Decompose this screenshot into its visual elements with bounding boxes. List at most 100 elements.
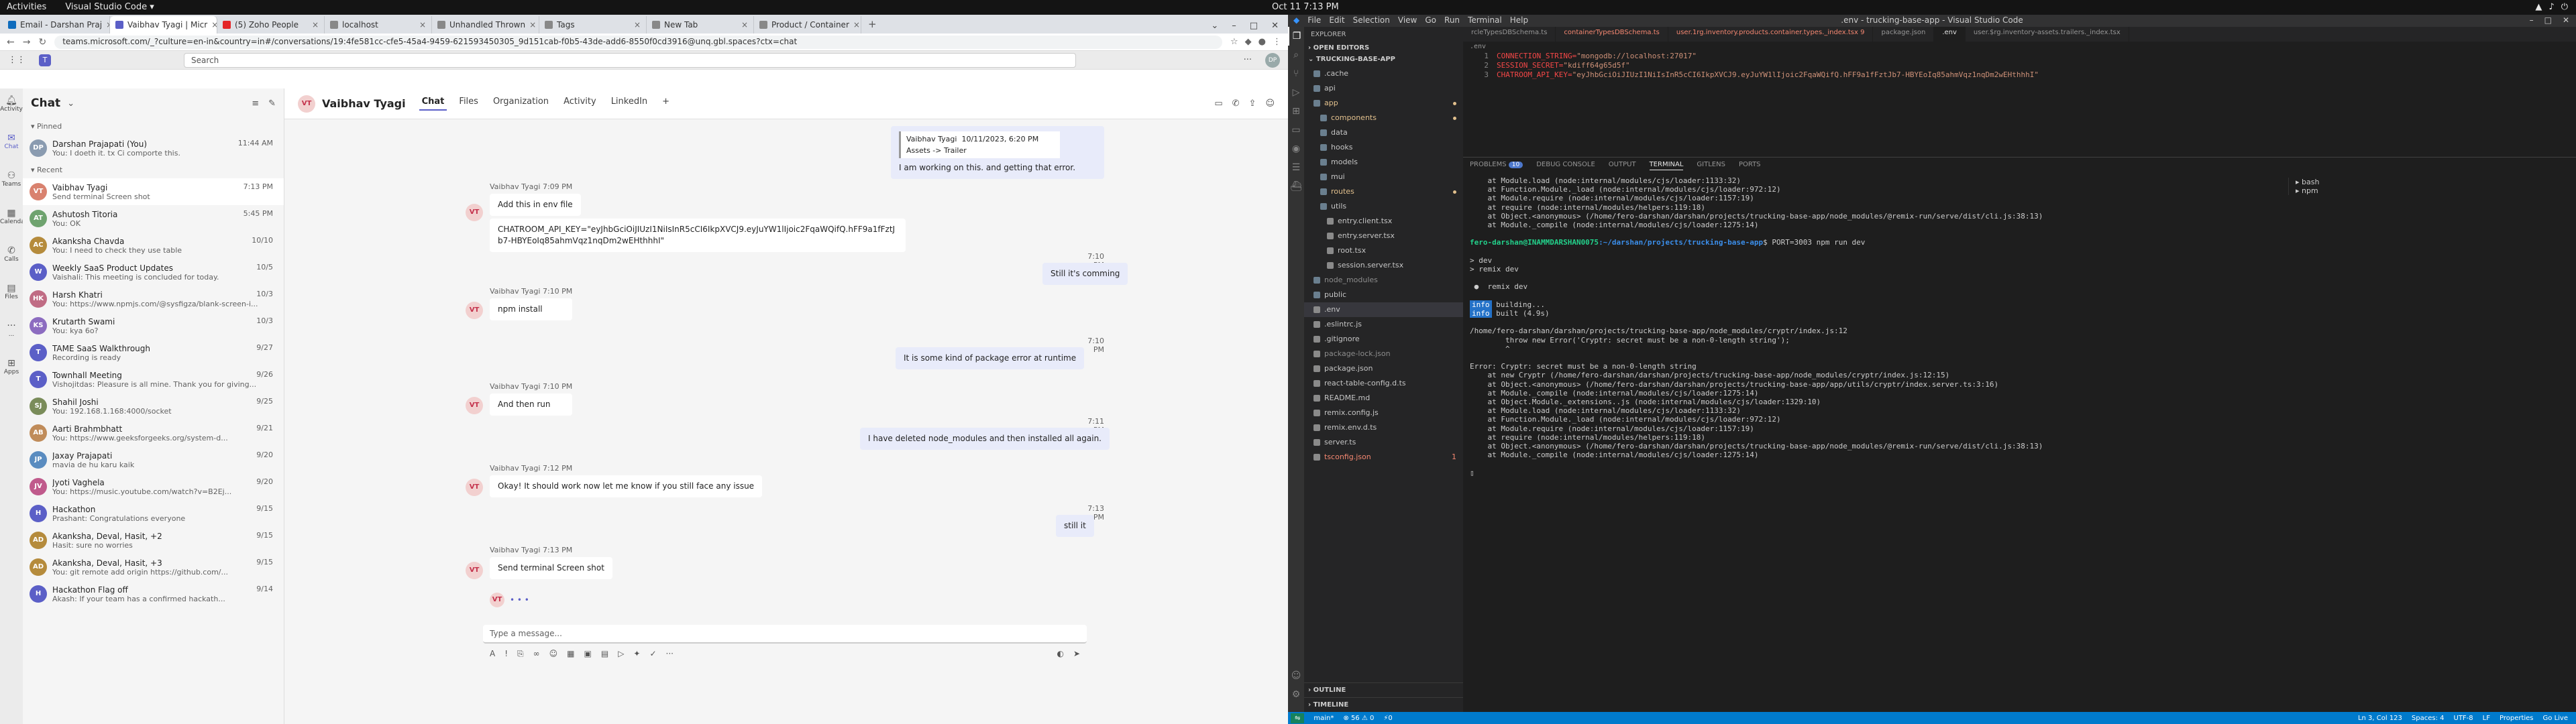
sender-avatar[interactable]: VT (466, 479, 483, 496)
pinned-section-label[interactable]: ▾ Pinned (23, 118, 284, 135)
filter-icon[interactable]: ≡ (252, 99, 259, 109)
editor-tab[interactable]: package.json (1873, 27, 1935, 42)
panel-tab-problems[interactable]: PROBLEMS 10 (1470, 161, 1523, 170)
tree-item-file[interactable]: remix.config.js (1304, 406, 1463, 420)
browser-tab[interactable]: Product / Container × (754, 16, 861, 34)
browser-menu-icon[interactable]: ⋮ (1273, 37, 1281, 47)
tree-item-file[interactable]: .eslintrc.js (1304, 317, 1463, 332)
panel-tab-ports[interactable]: PORTS (1739, 161, 1761, 170)
minimize-icon[interactable]: – (1232, 21, 1236, 31)
panel-tab-debug-console[interactable]: DEBUG CONSOLE (1536, 161, 1595, 170)
tree-item-folder[interactable]: mui (1304, 170, 1463, 184)
message-text[interactable]: CHATROOM_API_KEY="eyJhbGciOiJIUzI1NiIsIn… (490, 219, 906, 252)
new-tab-button[interactable]: + (861, 15, 883, 34)
chat-list-item[interactable]: H Hackathon Flag off Akash: If your team h… (23, 581, 284, 607)
message-input[interactable]: Type a message... (483, 625, 1087, 644)
rail-item-calls[interactable]: ✆ Calls (0, 239, 23, 276)
editor-tab[interactable]: user.$rg.inventory-assets.trailers._inde… (1966, 27, 2129, 42)
editor-tab[interactable]: rcleTypesDBSchema.ts (1463, 27, 1556, 42)
tree-item-file[interactable]: remix.env.d.ts (1304, 420, 1463, 435)
power-icon[interactable]: ⏻ (2561, 2, 2568, 12)
tab-[interactable]: + (659, 97, 672, 111)
tab-close-icon[interactable]: × (419, 20, 426, 29)
terminal-instance[interactable]: ▸ bash (2296, 178, 2570, 186)
outline-section[interactable]: › OUTLINE (1304, 682, 1463, 697)
sender-avatar[interactable]: VT (466, 397, 483, 414)
tree-item-file[interactable]: root.tsx (1304, 243, 1463, 258)
priority-icon[interactable]: ! (504, 649, 508, 659)
sticker-icon[interactable]: ▣ (584, 649, 592, 659)
status-item[interactable]: Properties (2500, 715, 2534, 722)
status-item[interactable]: Ln 3, Col 123 (2358, 715, 2402, 722)
status-item[interactable]: LF (2483, 715, 2490, 722)
new-chat-icon[interactable]: ✎ (268, 99, 276, 109)
chat-list-item[interactable]: AC Akanksha Chavda You: I need to check th… (23, 232, 284, 259)
chat-list-item[interactable]: JP Jaxay Prajapati mavia de hu karu kaik 9/… (23, 446, 284, 473)
chat-list-item[interactable]: VT Vaibhav Tyagi Send terminal Screen shot… (23, 178, 284, 205)
audio-message-icon[interactable]: ◐ (1057, 649, 1063, 659)
terminal-output[interactable]: at Module.load (node:internal/modules/cj… (1463, 174, 2268, 480)
browser-tab[interactable]: (5) Zoho People × (217, 16, 325, 34)
tab-linkedin[interactable]: LinkedIn (608, 97, 650, 111)
status-item[interactable]: UTF-8 (2454, 715, 2473, 722)
tab-files[interactable]: Files (456, 97, 481, 111)
panel-tab-terminal[interactable]: TERMINAL (1649, 161, 1684, 170)
rail-item-activity[interactable]: 🔔︎ Activity (0, 88, 23, 126)
message-text[interactable]: Add this in env file (490, 194, 581, 216)
app-launcher-icon[interactable]: ⋮⋮ (8, 55, 25, 65)
status-item[interactable]: ⚡0 (1383, 715, 1392, 722)
open-editors-section[interactable]: › OPEN EDITORS (1304, 42, 1463, 54)
rail-item-chat[interactable]: ✉ Chat (0, 126, 23, 164)
editor-tab[interactable]: .env (1934, 27, 1966, 42)
tree-item-folder[interactable]: public (1304, 288, 1463, 302)
tree-item-file[interactable]: package.json (1304, 361, 1463, 376)
status-item[interactable]: Spaces: 4 (2412, 715, 2445, 722)
menu-view[interactable]: View (1398, 15, 1417, 25)
database-icon[interactable]: ☰ (1288, 158, 1304, 177)
rail-item-files[interactable]: ▤ Files (0, 276, 23, 314)
tree-item-file[interactable]: server.ts (1304, 435, 1463, 450)
activities-button[interactable]: Activities (7, 2, 46, 12)
back-icon[interactable]: ← (7, 37, 15, 48)
video-call-icon[interactable]: ▭ (1214, 99, 1222, 109)
tree-item-file[interactable]: session.server.tsx (1304, 258, 1463, 273)
emoji-icon[interactable]: ☺ (549, 649, 558, 659)
quoted-reply[interactable]: Vaibhav Tyagi 10/11/2023, 6:20 PM Assets… (899, 131, 1060, 158)
tree-item-folder[interactable]: routes (1304, 184, 1463, 199)
browser-tab[interactable]: Email - Darshan Praj× (3, 16, 110, 34)
audio-call-icon[interactable]: ✆ (1232, 99, 1240, 109)
tree-item-folder[interactable]: data (1304, 125, 1463, 140)
panel-tab-gitlens[interactable]: GITLENS (1697, 161, 1725, 170)
loop-icon[interactable]: ∞ (533, 649, 540, 659)
people-icon[interactable]: ☺ (1265, 99, 1275, 109)
tab-close-icon[interactable]: × (211, 20, 217, 29)
code-editor[interactable]: .env 1 CONNECTION_STRING= "mongodb://local… (1463, 42, 2576, 162)
menu-run[interactable]: Run (1444, 15, 1460, 25)
remote-indicator[interactable]: ⇋ (1291, 713, 1305, 723)
editor-tab[interactable]: containerTypesDBSchema.ts (1556, 27, 1668, 42)
tab-chat[interactable]: Chat (419, 97, 447, 111)
status-item[interactable]: Go Live (2543, 715, 2568, 722)
minimize-icon[interactable]: – (2530, 15, 2534, 25)
tree-item-file[interactable]: entry.server.tsx (1304, 229, 1463, 243)
my-message-text[interactable]: I have deleted node_modules and then ins… (860, 428, 1110, 450)
tree-item-folder[interactable]: models (1304, 155, 1463, 170)
praise-icon[interactable]: ✦ (633, 649, 640, 659)
teams-search-input[interactable]: Search (184, 52, 1076, 68)
chat-list-item[interactable]: DP Darshan Prajapati (You) You: I doeth it… (23, 135, 284, 162)
tree-item-folder[interactable]: .cache (1304, 66, 1463, 81)
browser-tab[interactable]: New Tab × (647, 16, 754, 34)
tab-close-icon[interactable]: × (741, 20, 748, 29)
tree-item-file[interactable]: README.md (1304, 391, 1463, 406)
chevron-down-icon[interactable]: ⌄ (67, 99, 74, 109)
tree-item-folder[interactable]: components (1304, 111, 1463, 125)
docker-icon[interactable]: ⛴ (1288, 177, 1304, 196)
message-text[interactable]: Send terminal Screen shot (490, 557, 612, 579)
my-message-text[interactable]: It is some kind of package error at runt… (896, 347, 1085, 369)
tree-item-file[interactable]: entry.client.tsx (1304, 214, 1463, 229)
message-text[interactable]: npm install (490, 298, 573, 320)
message-text[interactable]: And then run (490, 394, 573, 416)
source-control-icon[interactable]: ⑂ (1288, 64, 1304, 83)
url-input[interactable]: teams.microsoft.com/_?culture=en-in&coun… (54, 35, 1222, 49)
tree-item-file[interactable]: react-table-config.d.ts (1304, 376, 1463, 391)
